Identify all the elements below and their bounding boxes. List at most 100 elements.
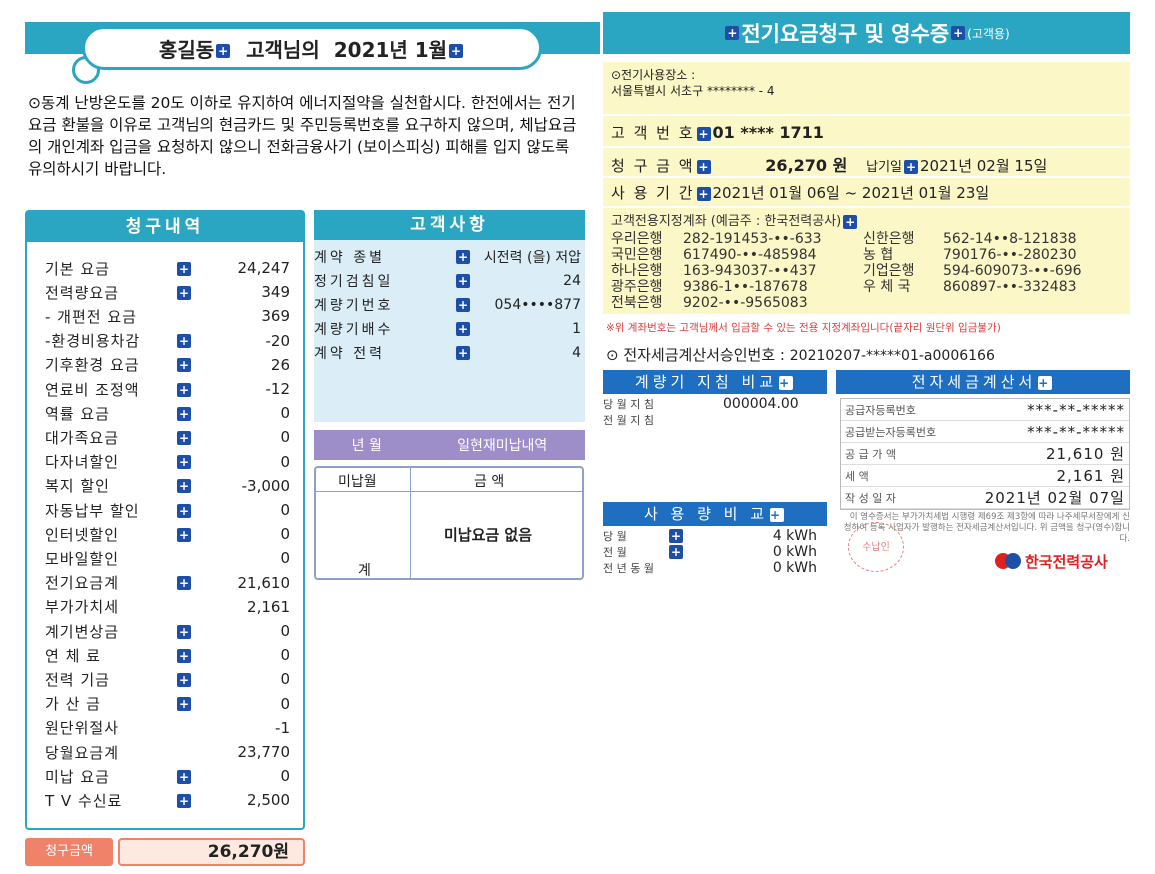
meter-row: 전 월 지 침 [603,412,827,428]
plus-icon[interactable]: + [456,250,470,264]
billing-row-value: 26 [270,355,290,374]
billing-row-value: -1 [275,718,290,737]
plus-icon[interactable]: + [456,274,470,288]
approval-label: ⊙ 전자세금계산서승인번호 : [606,346,785,364]
bank-name: 하나은행 [611,263,663,279]
billing-row-value: -20 [265,331,291,350]
billing-row-label: 계기변상금 [45,622,120,641]
billing-row: 전력량요금 +349 [45,280,290,304]
billing-row: 계기변상금 +0 [45,619,290,643]
billing-row-label: 모바일할인 [45,549,120,568]
usage-row-label: 당 월 [603,530,627,543]
billing-row: 복지 할인 + -3,000 [45,474,290,498]
unpaid-total-label: 계 [358,563,371,579]
col-amount: 금 액 [474,474,505,490]
customer-suffix: 고객님의 [246,37,320,62]
plus-icon[interactable]: + [177,576,191,591]
billing-row-icon-slot: + [175,525,205,543]
plus-icon[interactable]: + [904,159,919,174]
tax-invoice-table: 공급자등록번호 ***-**-***** 공급받는자등록번호 ***-**-*****… [840,398,1130,510]
plus-icon[interactable]: + [177,672,191,687]
usage-row: 전 월 +0 kWh [603,544,827,560]
usage-compare-panel: 사 용 량 비 교 + 당 월 +4 kWh 전 월 +0 kWh 전 년 동 월 0 kW… [603,502,827,576]
plus-icon[interactable]: + [456,346,470,360]
plus-icon[interactable]: + [177,624,191,639]
billing-row-value: -12 [265,380,291,398]
plus-icon[interactable]: + [449,44,464,58]
plus-icon[interactable]: + [177,382,191,397]
separator [603,176,1130,178]
plus-icon[interactable]: + [177,503,191,518]
billing-row-icon-slot: + [175,428,205,446]
plus-icon[interactable]: + [177,406,191,421]
billing-row-label: 부가가치세 [45,598,120,617]
plus-icon[interactable]: + [177,479,191,494]
billing-row: 모바일할인 0 [45,546,290,570]
customer-number-row: 고 객 번 호 +01 **** 1711 [611,122,1123,143]
customer-number-value: 01 **** 1711 [712,123,824,142]
plus-icon[interactable]: + [779,375,794,390]
billing-row-label: T V 수신료 [45,791,123,810]
billing-row-value: 0 [280,549,290,568]
plus-icon[interactable]: + [177,455,191,470]
plus-icon[interactable]: + [177,358,191,373]
plus-icon[interactable]: + [669,529,683,543]
plus-icon[interactable]: + [216,44,231,58]
usage-row-icon-slot: + [667,545,727,559]
kepco-logo: 한국전력공사 [995,548,1130,574]
billing-row-label: 다자녀할인 [45,453,120,472]
bank-account: 282-191453-••-633 [683,231,822,247]
bank-account: 860897-••-332483 [943,279,1077,295]
billing-row-value: 0 [280,694,290,713]
plus-icon[interactable]: + [177,527,191,542]
billing-row: 당월요금계 23,770 [45,740,290,764]
billing-row-value: 0 [280,525,290,544]
billing-row-label: 연료비 조정액 [45,380,140,399]
plus-icon[interactable]: + [696,159,711,174]
plus-icon[interactable]: + [770,507,785,522]
tax-row-label: 세 액 [845,469,869,483]
plus-icon[interactable]: + [725,26,740,40]
plus-icon[interactable]: + [177,430,191,445]
billing-row-value: 21,610 [237,573,291,592]
billing-row: 기본 요금 +24,247 [45,256,290,280]
tax-row-label: 공급자등록번호 [845,403,916,417]
billing-row-value: 0 [280,404,290,423]
bank-name: 우리은행 [611,231,663,247]
billing-row-value: 0 [280,428,290,447]
plus-icon[interactable]: + [177,334,191,349]
receipt-title: 전기요금청구 및 영수증 [741,22,950,46]
plus-icon[interactable]: + [177,697,191,712]
usage-row-value: 4 kWh [772,528,817,544]
plus-icon[interactable]: + [177,285,191,300]
plus-icon[interactable]: + [696,186,711,201]
plus-icon[interactable]: + [951,26,966,40]
billing-row-value: 0 [280,452,290,471]
place-label: ⊙전기사용장소 : [611,68,696,82]
tax-row: 세 액 2,161 원 [841,465,1129,487]
plus-icon[interactable]: + [177,793,191,808]
account-red-note: ※위 계좌번호는 고객님께서 입금할 수 있는 전용 지정계좌입니다(끝자리 원… [606,322,1001,334]
tax-row: 공 급 가 액 21,610 원 [841,443,1129,465]
meter-compare-panel: 계량기 지침 비교 + 당 월 지 침 000004.00 전 월 지 침 [603,370,827,428]
bank-accounts: 고객전용지정계좌 (예금주 : 한국전력공사) + 우리은행 282-191453-… [611,210,1123,311]
billing-row-icon-slot: + [175,767,205,785]
plus-icon[interactable]: + [177,261,191,276]
plus-icon[interactable]: + [843,214,858,229]
due-value: 2021년 02월 15일 [920,157,1048,175]
plus-icon[interactable]: + [177,648,191,663]
plus-icon[interactable]: + [456,298,470,312]
plus-icon[interactable]: + [456,322,470,336]
account-title: 고객전용지정계좌 (예금주 : 한국전력공사) + [611,214,858,229]
plus-icon[interactable]: + [696,126,711,141]
receipt-subtitle: (고객용) [967,26,1010,41]
customer-number-label: 고 객 번 호 [611,124,695,142]
billing-row-label: 당월요금계 [45,743,120,762]
plus-icon[interactable]: + [1038,375,1053,390]
customer-row-value: 24 [563,273,581,289]
customer-row-value: 054••••877 [494,297,581,313]
kepco-name: 한국전력공사 [1025,552,1108,571]
plus-icon[interactable]: + [669,545,683,559]
plus-icon[interactable]: + [177,769,191,784]
customer-row-icon-slot: + [454,273,472,289]
